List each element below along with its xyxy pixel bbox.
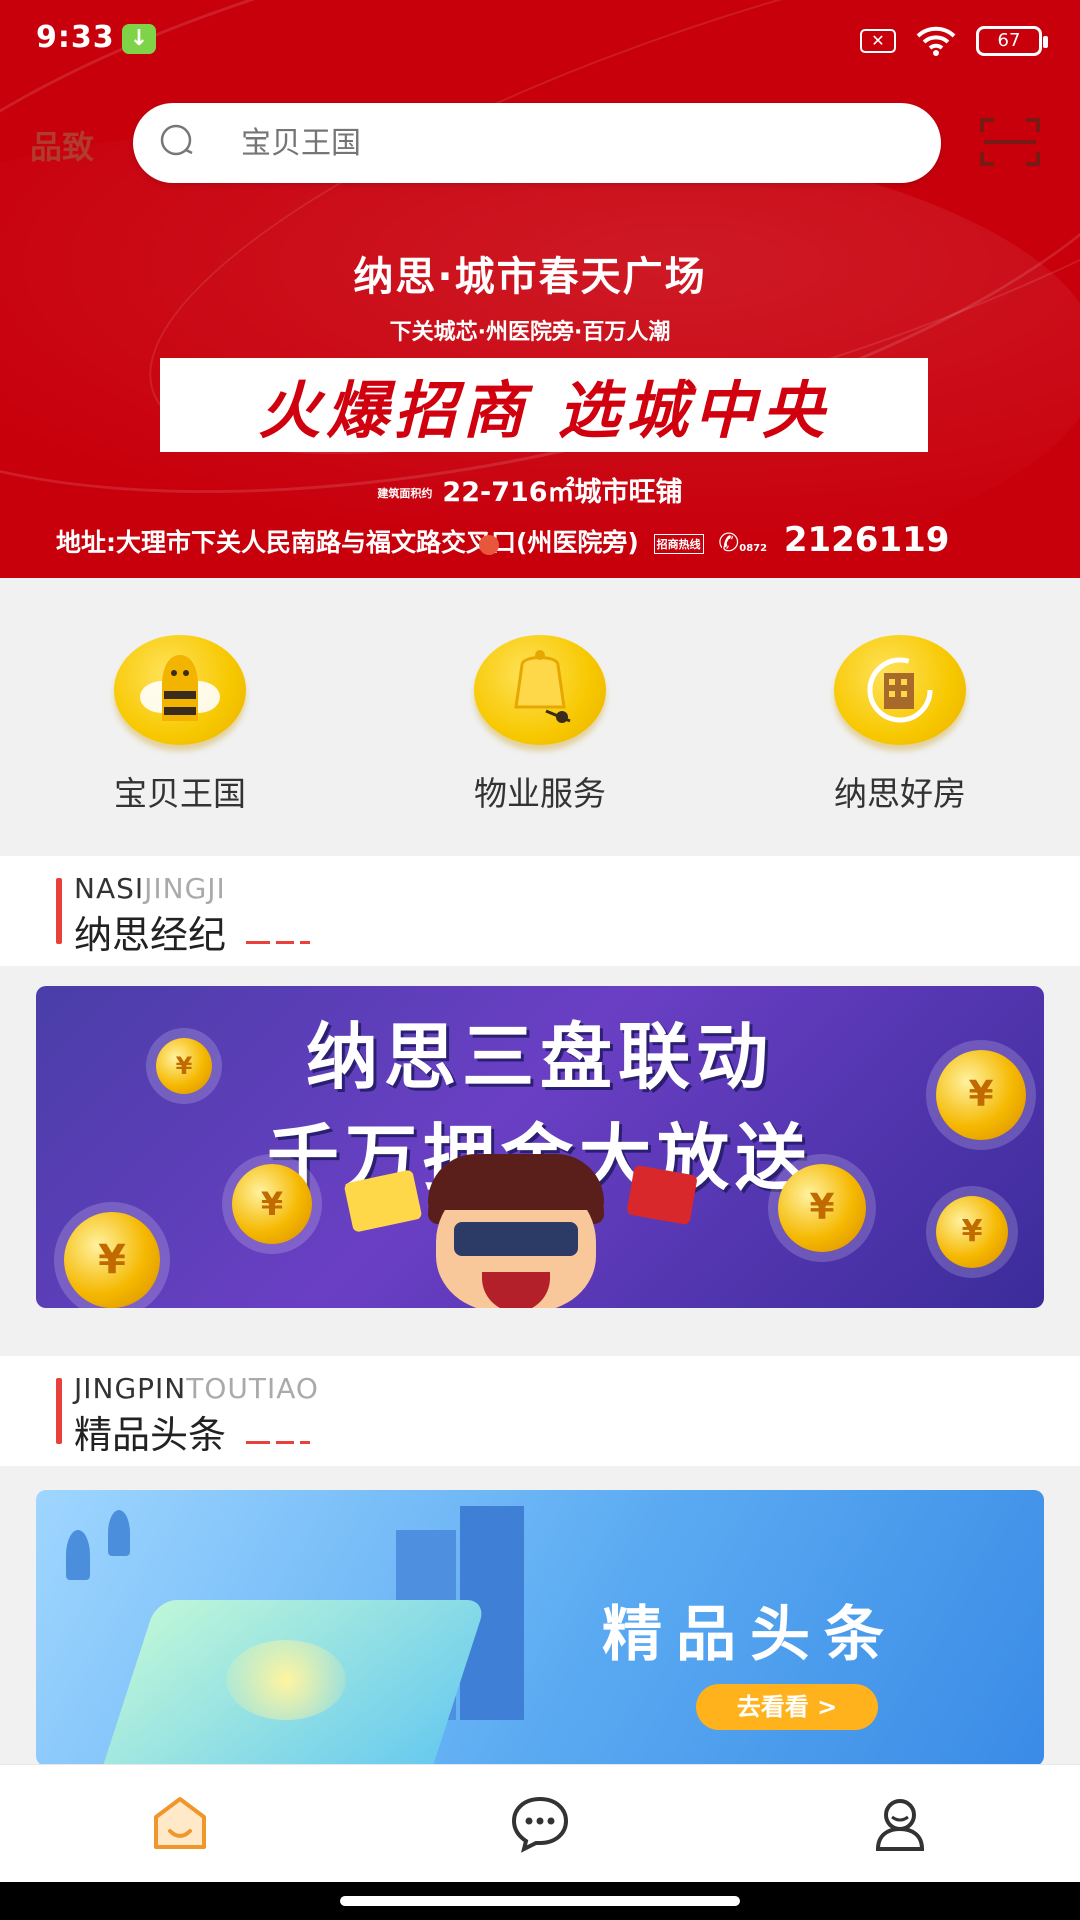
section-header-news: JINGPINTOUTIAO 精品头条 (0, 1356, 1080, 1466)
coin-icon: ¥ (232, 1164, 312, 1244)
house-icon (834, 635, 966, 745)
hero-area: 建筑面积约 22-716㎡城市旺铺 (0, 470, 1060, 509)
bell-icon (474, 635, 606, 745)
hero-headline: 火爆招商 选城中央 (258, 374, 830, 447)
user-icon[interactable] (870, 1793, 930, 1853)
section-title-text: 精品头条 (74, 1413, 227, 1457)
bee-icon (114, 635, 246, 745)
search-icon (160, 124, 193, 156)
promo-banner-agency[interactable]: 纳思三盘联动 千万拥金大放送 ¥ ¥ ¥ ¥ ¥ ¥ (36, 986, 1044, 1308)
section-title-text: 纳思经纪 (74, 913, 227, 957)
hero-address-line: 地址:大理市下关人民南路与福文路交叉口(州医院旁) 招商热线 ✆0872 212… (56, 520, 1046, 560)
tree-illustration (66, 1530, 90, 1580)
area-text: 22-716㎡城市旺铺 (442, 477, 683, 508)
hero-title: 纳思·城市春天广场 (353, 254, 707, 300)
carousel-indicator (479, 535, 499, 555)
go-view-button[interactable]: 去看看 > (696, 1684, 878, 1730)
chat-icon[interactable] (510, 1793, 570, 1853)
hero-headline-box: 火爆招商 选城中央 (160, 358, 928, 452)
quick-item-label: 物业服务 (474, 774, 606, 813)
section-dash-decoration (246, 909, 316, 953)
address-text: 地址:大理市下关人民南路与福文路交叉口(州医院旁) (56, 528, 639, 557)
glow-illustration (226, 1640, 346, 1720)
section-en-light: TOUTIAO (186, 1372, 319, 1405)
city-selector[interactable]: 品致 (30, 122, 94, 168)
section-title: 纳思经纪 (74, 904, 316, 959)
coin-icon: ¥ (156, 1038, 212, 1094)
coin-icon: ¥ (936, 1196, 1008, 1268)
promo-banner-news[interactable]: 精品头条 去看看 > (36, 1490, 1044, 1766)
red-wallet (626, 1164, 698, 1226)
quick-item-label: 宝贝王国 (114, 774, 246, 813)
phone-number: 2126119 (783, 520, 950, 560)
status-bar: 9:33 ↓ ✕ 67 (0, 0, 1080, 80)
battery-indicator: 67 (976, 26, 1048, 56)
download-icon: ↓ (122, 24, 156, 54)
hero-subtitle: 下关城芯·州医院旁·百万人潮 (389, 320, 671, 345)
hero-banner[interactable]: 9:33 ↓ ✕ 67 品致 纳思·城市春天广场 下关城芯·州医院旁·百万人潮 (0, 0, 1080, 578)
section-accent-bar (56, 1378, 62, 1444)
status-icons: ✕ 67 (860, 24, 1048, 58)
tree-illustration (108, 1510, 130, 1556)
section-en-title: JINGPINTOUTIAO (74, 1372, 319, 1405)
scan-icon[interactable] (980, 116, 1040, 168)
quick-menu: 宝贝王国 物业服务 纳思好房 (0, 578, 1080, 856)
coin-icon: ¥ (64, 1212, 160, 1308)
section-title: 精品头条 (74, 1404, 316, 1459)
news-banner-title: 精品头条 (602, 1600, 898, 1670)
coin-icon: ¥ (936, 1050, 1026, 1140)
gesture-bar (0, 1882, 1080, 1920)
hotline-tag: 招商热线 (653, 534, 704, 554)
section-accent-bar (56, 878, 62, 944)
wifi-icon (916, 26, 956, 56)
section-en-dark: JINGPIN (74, 1372, 187, 1405)
status-time: 9:33 (36, 20, 115, 55)
section-en-dark: NASI (74, 872, 145, 905)
search-bar[interactable] (133, 103, 941, 183)
bottom-tab-bar (0, 1764, 1080, 1882)
section-dash-decoration (246, 1409, 316, 1453)
no-sim-icon: ✕ (860, 29, 896, 53)
section-header-agency: NASIJINGJI 纳思经纪 (0, 856, 1080, 966)
coin-icon: ¥ (778, 1164, 866, 1252)
home-indicator[interactable] (340, 1896, 740, 1906)
quick-item-label: 纳思好房 (834, 774, 966, 813)
area-tag: 建筑面积约 (377, 486, 433, 500)
home-icon[interactable] (150, 1793, 210, 1853)
section-en-title: NASIJINGJI (74, 872, 226, 905)
mascot-glasses (454, 1222, 578, 1256)
phone-icon: ✆ (718, 528, 740, 557)
search-input[interactable] (241, 119, 901, 167)
area-code: 0872 (739, 543, 768, 554)
section-en-light: JINGJI (144, 872, 226, 905)
quick-item-baby-kingdom[interactable]: 宝贝王国 (60, 635, 300, 835)
mascot-hair (428, 1154, 604, 1210)
quick-item-property-service[interactable]: 物业服务 (420, 635, 660, 835)
quick-item-nasi-house[interactable]: 纳思好房 (780, 635, 1020, 835)
